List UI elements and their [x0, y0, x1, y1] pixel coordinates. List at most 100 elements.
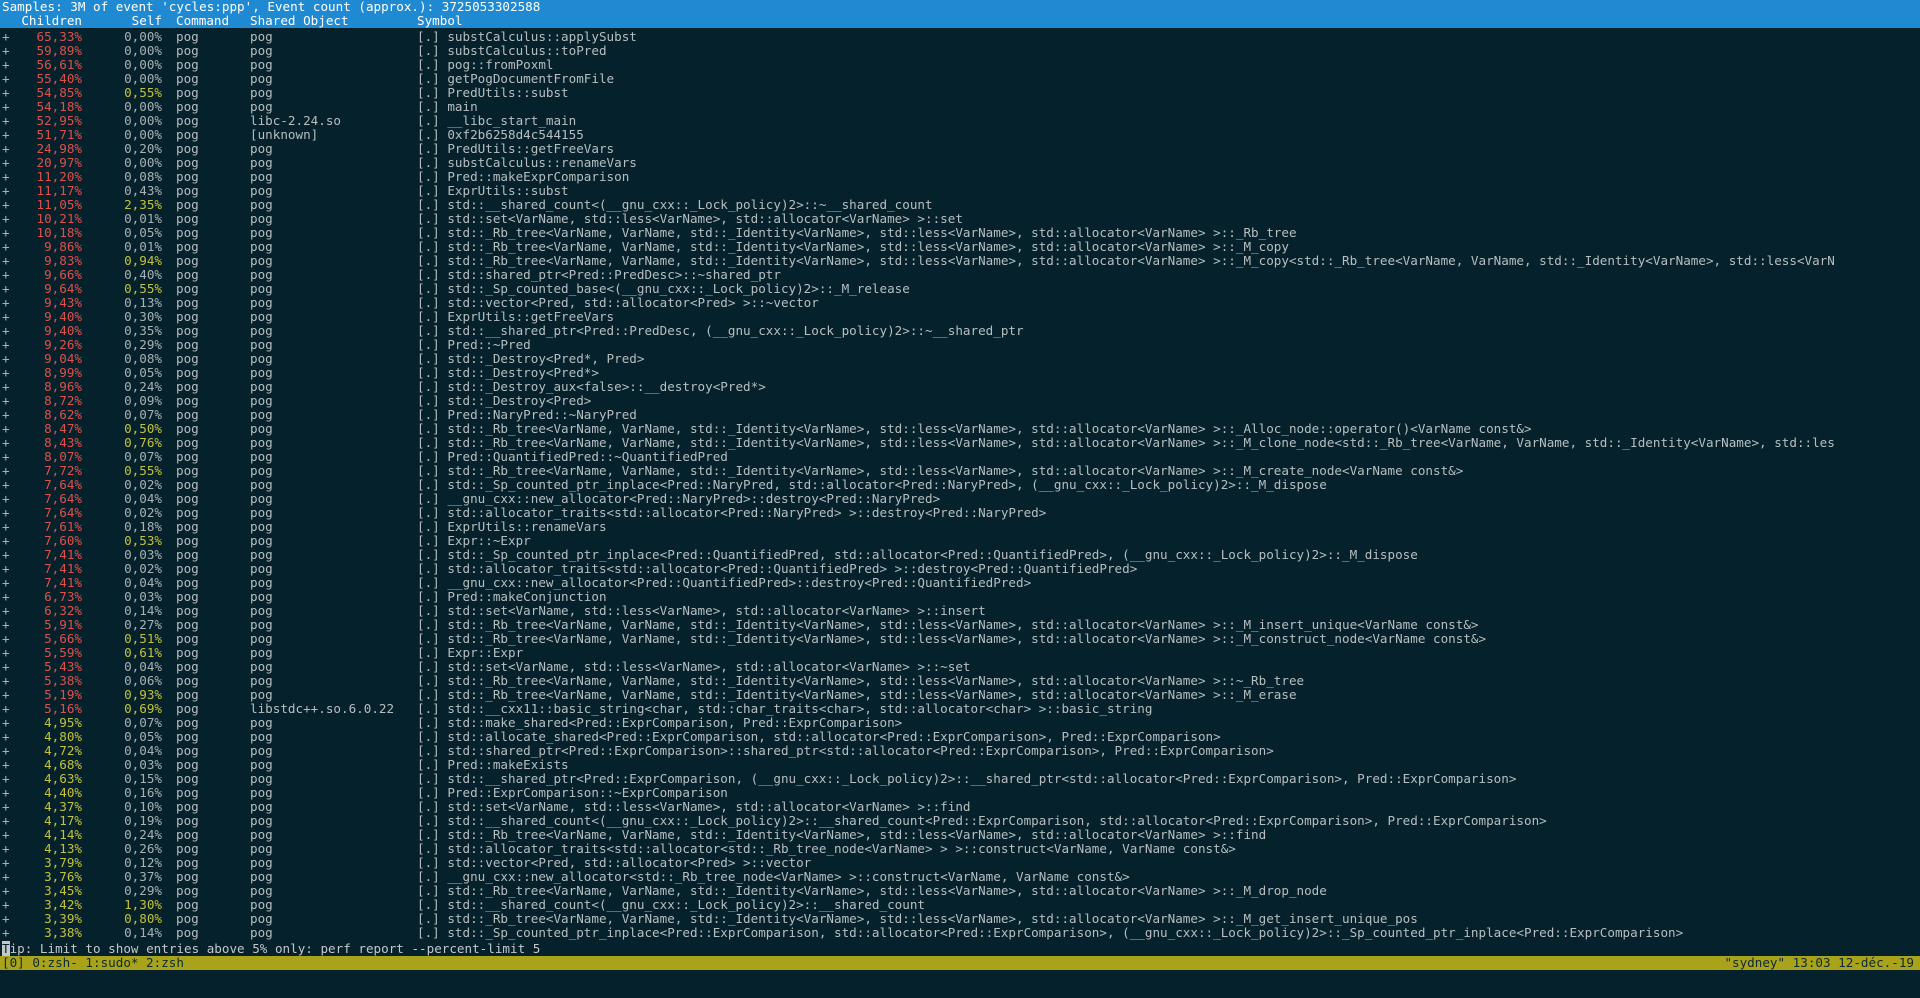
expand-toggle[interactable]: +	[2, 338, 10, 352]
table-row[interactable]: +7,72% 0,55% pog pog [.] std::_Rb_tree<VarNa…	[0, 464, 1920, 478]
expand-toggle[interactable]: +	[2, 786, 10, 800]
expand-toggle[interactable]: +	[2, 380, 10, 394]
expand-toggle[interactable]: +	[2, 646, 10, 660]
expand-toggle[interactable]: +	[2, 758, 10, 772]
expand-toggle[interactable]: +	[2, 534, 10, 548]
expand-toggle[interactable]: +	[2, 58, 10, 72]
table-row[interactable]: +56,61% 0,00% pog pog [.] pog::fromPoxml	[0, 58, 1920, 72]
expand-toggle[interactable]: +	[2, 716, 10, 730]
expand-toggle[interactable]: +	[2, 394, 10, 408]
table-row[interactable]: +3,79% 0,12% pog pog [.] std::vector<Pred, s…	[0, 856, 1920, 870]
table-row[interactable]: +9,04% 0,08% pog pog [.] std::_Destroy<Pred*…	[0, 352, 1920, 366]
expand-toggle[interactable]: +	[2, 114, 10, 128]
table-row[interactable]: +8,47% 0,50% pog pog [.] std::_Rb_tree<VarNa…	[0, 422, 1920, 436]
expand-toggle[interactable]: +	[2, 730, 10, 744]
table-row[interactable]: +4,37% 0,10% pog pog [.] std::set<VarName, s…	[0, 800, 1920, 814]
table-row[interactable]: +5,43% 0,04% pog pog [.] std::set<VarName, s…	[0, 660, 1920, 674]
expand-toggle[interactable]: +	[2, 422, 10, 436]
table-row[interactable]: +8,96% 0,24% pog pog [.] std::_Destroy_aux<f…	[0, 380, 1920, 394]
table-row[interactable]: +5,38% 0,06% pog pog [.] std::_Rb_tree<VarNa…	[0, 674, 1920, 688]
table-row[interactable]: +52,95% 0,00% pog libc-2.24.so [.] __libc_st…	[0, 114, 1920, 128]
expand-toggle[interactable]: +	[2, 828, 10, 842]
expand-toggle[interactable]: +	[2, 870, 10, 884]
table-row[interactable]: +7,41% 0,02% pog pog [.] std::allocator_trai…	[0, 562, 1920, 576]
expand-toggle[interactable]: +	[2, 282, 10, 296]
table-row[interactable]: +7,64% 0,02% pog pog [.] std::allocator_trai…	[0, 506, 1920, 520]
table-row[interactable]: +9,40% 0,35% pog pog [.] std::__shared_ptr<P…	[0, 324, 1920, 338]
expand-toggle[interactable]: +	[2, 492, 10, 506]
table-row[interactable]: +59,89% 0,00% pog pog [.] substCalculus::toP…	[0, 44, 1920, 58]
expand-toggle[interactable]: +	[2, 352, 10, 366]
table-row[interactable]: +10,21% 0,01% pog pog [.] std::set<VarName, …	[0, 212, 1920, 226]
expand-toggle[interactable]: +	[2, 548, 10, 562]
expand-toggle[interactable]: +	[2, 366, 10, 380]
expand-toggle[interactable]: +	[2, 450, 10, 464]
expand-toggle[interactable]: +	[2, 310, 10, 324]
table-row[interactable]: +8,99% 0,05% pog pog [.] std::_Destroy<Pred*…	[0, 366, 1920, 380]
table-row[interactable]: +7,60% 0,53% pog pog [.] Expr::~Expr	[0, 534, 1920, 548]
table-row[interactable]: +9,43% 0,13% pog pog [.] std::vector<Pred, s…	[0, 296, 1920, 310]
table-row[interactable]: +4,72% 0,04% pog pog [.] std::shared_ptr<Pre…	[0, 744, 1920, 758]
table-row[interactable]: +4,63% 0,15% pog pog [.] std::__shared_ptr<P…	[0, 772, 1920, 786]
table-row[interactable]: +11,17% 0,43% pog pog [.] ExprUtils::subst	[0, 184, 1920, 198]
expand-toggle[interactable]: +	[2, 632, 10, 646]
table-row[interactable]: +11,20% 0,08% pog pog [.] Pred::makeExprComp…	[0, 170, 1920, 184]
expand-toggle[interactable]: +	[2, 604, 10, 618]
expand-toggle[interactable]: +	[2, 744, 10, 758]
table-row[interactable]: +9,26% 0,29% pog pog [.] Pred::~Pred	[0, 338, 1920, 352]
expand-toggle[interactable]: +	[2, 520, 10, 534]
table-row[interactable]: +5,91% 0,27% pog pog [.] std::_Rb_tree<VarNa…	[0, 618, 1920, 632]
expand-toggle[interactable]: +	[2, 324, 10, 338]
expand-toggle[interactable]: +	[2, 688, 10, 702]
table-row[interactable]: +6,32% 0,14% pog pog [.] std::set<VarName, s…	[0, 604, 1920, 618]
table-row[interactable]: +4,13% 0,26% pog pog [.] std::allocator_trai…	[0, 842, 1920, 856]
expand-toggle[interactable]: +	[2, 660, 10, 674]
expand-toggle[interactable]: +	[2, 884, 10, 898]
table-row[interactable]: +4,68% 0,03% pog pog [.] Pred::makeExists	[0, 758, 1920, 772]
table-row[interactable]: +5,16% 0,69% pog libstdc++.so.6.0.22 [.] std…	[0, 702, 1920, 716]
column-shared-object[interactable]: Shared Object	[250, 14, 349, 28]
expand-toggle[interactable]: +	[2, 842, 10, 856]
table-row[interactable]: +9,83% 0,94% pog pog [.] std::_Rb_tree<VarNa…	[0, 254, 1920, 268]
expand-toggle[interactable]: +	[2, 170, 10, 184]
table-row[interactable]: +8,72% 0,09% pog pog [.] std::_Destroy<Pred>	[0, 394, 1920, 408]
expand-toggle[interactable]: +	[2, 436, 10, 450]
table-row[interactable]: +8,07% 0,07% pog pog [.] Pred::QuantifiedPre…	[0, 450, 1920, 464]
expand-toggle[interactable]: +	[2, 100, 10, 114]
table-row[interactable]: +3,38% 0,14% pog pog [.] std::_Sp_counted_pt…	[0, 926, 1920, 940]
table-row[interactable]: +4,14% 0,24% pog pog [.] std::_Rb_tree<VarNa…	[0, 828, 1920, 842]
table-row[interactable]: +10,18% 0,05% pog pog [.] std::_Rb_tree<VarN…	[0, 226, 1920, 240]
table-row[interactable]: +3,42% 1,30% pog pog [.] std::__shared_count…	[0, 898, 1920, 912]
expand-toggle[interactable]: +	[2, 198, 10, 212]
table-row[interactable]: +4,17% 0,19% pog pog [.] std::__shared_count…	[0, 814, 1920, 828]
table-row[interactable]: +5,59% 0,61% pog pog [.] Expr::Expr	[0, 646, 1920, 660]
expand-toggle[interactable]: +	[2, 464, 10, 478]
expand-toggle[interactable]: +	[2, 618, 10, 632]
expand-toggle[interactable]: +	[2, 772, 10, 786]
table-row[interactable]: +8,62% 0,07% pog pog [.] Pred::NaryPred::~Na…	[0, 408, 1920, 422]
expand-toggle[interactable]: +	[2, 702, 10, 716]
table-row[interactable]: +11,05% 2,35% pog pog [.] std::__shared_coun…	[0, 198, 1920, 212]
expand-toggle[interactable]: +	[2, 240, 10, 254]
expand-toggle[interactable]: +	[2, 506, 10, 520]
expand-toggle[interactable]: +	[2, 926, 10, 940]
expand-toggle[interactable]: +	[2, 268, 10, 282]
table-row[interactable]: +7,41% 0,04% pog pog [.] __gnu_cxx::new_allo…	[0, 576, 1920, 590]
table-row[interactable]: +51,71% 0,00% pog [unknown] [.] 0xf2b6258d4c…	[0, 128, 1920, 142]
expand-toggle[interactable]: +	[2, 212, 10, 226]
table-row[interactable]: +6,73% 0,03% pog pog [.] Pred::makeConjuncti…	[0, 590, 1920, 604]
expand-toggle[interactable]: +	[2, 226, 10, 240]
table-row[interactable]: +24,98% 0,20% pog pog [.] PredUtils::getFree…	[0, 142, 1920, 156]
expand-toggle[interactable]: +	[2, 576, 10, 590]
expand-toggle[interactable]: +	[2, 72, 10, 86]
table-row[interactable]: +9,40% 0,30% pog pog [.] ExprUtils::getFreeV…	[0, 310, 1920, 324]
expand-toggle[interactable]: +	[2, 408, 10, 422]
table-row[interactable]: +3,39% 0,80% pog pog [.] std::_Rb_tree<VarNa…	[0, 912, 1920, 926]
expand-toggle[interactable]: +	[2, 898, 10, 912]
table-row[interactable]: +9,86% 0,01% pog pog [.] std::_Rb_tree<VarNa…	[0, 240, 1920, 254]
table-row[interactable]: +7,41% 0,03% pog pog [.] std::_Sp_counted_pt…	[0, 548, 1920, 562]
table-row[interactable]: +4,95% 0,07% pog pog [.] std::make_shared<Pr…	[0, 716, 1920, 730]
expand-toggle[interactable]: +	[2, 156, 10, 170]
column-symbol[interactable]: Symbol	[417, 14, 463, 28]
expand-toggle[interactable]: +	[2, 562, 10, 576]
